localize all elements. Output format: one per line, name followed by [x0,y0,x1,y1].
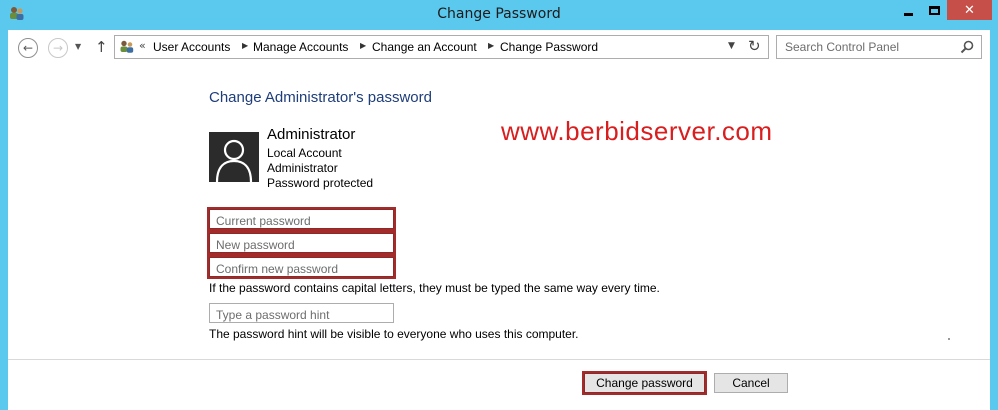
page-title: Change Administrator's password [209,89,432,106]
password-hint-input[interactable] [210,306,393,324]
navigation-bar: ← → ▼ ↑ « User Accounts ▶ Manage Account… [8,30,990,65]
account-name: Administrator [267,126,356,143]
resize-grip [948,338,950,340]
account-type: Local Account [267,146,342,160]
user-avatar-icon [209,132,259,182]
caps-note: If the password contains capital letters… [209,281,660,295]
maximize-button[interactable] [921,0,947,20]
search-placeholder: Search Control Panel [785,40,900,54]
close-button[interactable]: ✕ [947,0,992,20]
hint-note: The password hint will be visible to eve… [209,327,579,341]
address-bar[interactable]: « User Accounts ▶ Manage Accounts ▶ Chan… [114,35,769,59]
forward-arrow-icon: → [52,41,64,55]
current-password-input[interactable] [210,212,393,230]
confirm-password-field[interactable] [207,255,396,279]
search-icon[interactable] [959,39,975,55]
back-button[interactable]: ← [18,38,38,58]
current-password-field[interactable] [207,207,396,231]
account-status: Password protected [267,176,374,190]
breadcrumb-change-password[interactable]: Change Password [500,40,598,54]
breadcrumb-separator-icon[interactable]: ▶ [242,41,248,50]
breadcrumb-user-accounts[interactable]: User Accounts [153,40,230,54]
breadcrumb-separator-icon[interactable]: ▶ [488,41,494,50]
recent-pages-button[interactable]: ▼ [75,42,81,51]
cancel-button[interactable]: Cancel [714,373,788,393]
close-icon: ✕ [964,2,975,18]
window: Change Password ✕ ← → ▼ ↑ « User Account… [0,0,998,410]
new-password-field[interactable] [207,231,396,255]
forward-button[interactable]: → [48,38,68,58]
up-button[interactable]: ↑ [95,38,108,56]
divider [8,359,990,360]
new-password-input[interactable] [210,236,393,254]
refresh-icon[interactable]: ↻ [748,37,761,55]
chevron-down-icon[interactable]: ▼ [728,41,735,51]
title-bar[interactable]: Change Password ✕ [0,0,998,30]
minimize-icon [903,12,913,16]
minimize-button[interactable] [895,0,921,20]
maximize-icon [928,5,940,15]
up-arrow-icon: ↑ [95,38,108,56]
users-icon [120,40,134,53]
account-role: Administrator [267,161,338,175]
chevron-down-icon: ▼ [75,42,82,51]
breadcrumb-manage-accounts[interactable]: Manage Accounts [253,40,348,54]
breadcrumb-separator-icon[interactable]: ▶ [360,41,366,50]
confirm-password-input[interactable] [210,260,393,278]
breadcrumb-change-account[interactable]: Change an Account [372,40,477,54]
back-arrow-icon: ← [22,41,34,55]
breadcrumb-overflow[interactable]: « [139,39,146,52]
password-hint-field[interactable] [209,303,394,324]
window-title: Change Password [437,6,561,22]
watermark-text: www.berbidserver.com [501,116,773,146]
search-input[interactable]: Search Control Panel [776,35,982,59]
change-password-button[interactable]: Change password [582,371,707,395]
